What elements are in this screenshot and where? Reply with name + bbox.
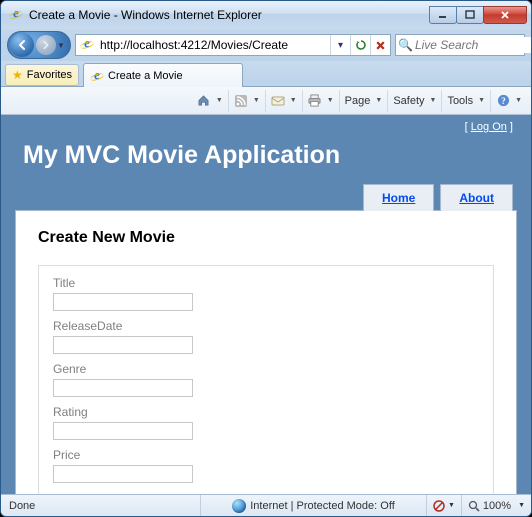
back-button[interactable] xyxy=(10,33,34,57)
ie-icon xyxy=(9,7,25,23)
rating-input[interactable] xyxy=(53,422,193,440)
status-text: Done xyxy=(1,495,201,516)
command-bar: ▼ ▼ ▼ ▼ Page▼ Safety▼ Tools▼ ? xyxy=(1,87,531,115)
nav-tabs: Home About xyxy=(1,184,531,211)
status-zone[interactable]: Internet | Protected Mode: Off xyxy=(201,495,427,516)
print-cmd[interactable]: ▼ xyxy=(302,90,339,112)
form-fieldset: Title ReleaseDate Genre Rating xyxy=(38,265,494,494)
stop-button[interactable] xyxy=(370,35,390,55)
search-provider-icon[interactable]: 🔍 xyxy=(398,38,413,52)
help-cmd[interactable]: ? ▼ xyxy=(490,90,527,112)
favorites-button[interactable]: ★ Favorites xyxy=(5,64,79,86)
genre-input[interactable] xyxy=(53,379,193,397)
tools-cmd[interactable]: Tools▼ xyxy=(441,90,490,112)
tab-title: Create a Movie xyxy=(108,70,183,82)
browser-tab[interactable]: Create a Movie xyxy=(83,63,243,87)
zoom-value: 100% xyxy=(483,500,511,512)
window-buttons xyxy=(430,6,527,24)
price-input[interactable] xyxy=(53,465,193,483)
title-label: Title xyxy=(53,276,479,290)
page-label: Page xyxy=(345,95,371,107)
mail-icon xyxy=(271,94,285,108)
ie-window: Create a Movie - Windows Internet Explor… xyxy=(0,0,532,517)
tab-row: ★ Favorites Create a Movie xyxy=(1,61,531,87)
zoom-control[interactable]: 100% ▼ xyxy=(462,495,531,516)
page-viewport[interactable]: [ Log On ] My MVC Movie Application Home… xyxy=(1,115,531,494)
tools-label: Tools xyxy=(447,95,473,107)
protected-mode-label: Internet | Protected Mode: Off xyxy=(250,500,395,512)
page-cmd[interactable]: Page▼ xyxy=(339,90,388,112)
main-panel: Create New Movie Title ReleaseDate Genre xyxy=(15,210,517,494)
forward-button[interactable] xyxy=(36,35,56,55)
title-input[interactable] xyxy=(53,293,193,311)
rating-label: Rating xyxy=(53,405,479,419)
maximize-button[interactable] xyxy=(456,6,484,24)
block-icon xyxy=(433,500,445,512)
url-input[interactable] xyxy=(98,36,330,54)
recent-pages-dropdown[interactable]: ▼ xyxy=(56,41,66,50)
logon-area: [ Log On ] xyxy=(1,115,531,133)
app-title: My MVC Movie Application xyxy=(1,133,531,184)
releasedate-label: ReleaseDate xyxy=(53,319,479,333)
tab-home[interactable]: Home xyxy=(363,184,434,211)
address-dropdown[interactable]: ▾ xyxy=(330,35,350,55)
svg-text:?: ? xyxy=(501,97,506,107)
globe-icon xyxy=(232,499,246,513)
navigation-bar: ▼ ▾ 🔍 🔍 xyxy=(1,29,531,61)
logon-link[interactable]: Log On xyxy=(471,121,507,133)
home-cmd[interactable]: ▼ xyxy=(192,90,228,112)
site-favicon xyxy=(80,37,96,53)
rss-icon xyxy=(234,94,248,108)
star-icon: ★ xyxy=(12,68,23,82)
search-input[interactable] xyxy=(413,37,532,53)
favorites-label: Favorites xyxy=(27,69,72,81)
price-label: Price xyxy=(53,448,479,462)
print-icon xyxy=(308,94,322,108)
mail-cmd[interactable]: ▼ xyxy=(265,90,302,112)
refresh-button[interactable] xyxy=(350,35,370,55)
search-bar: 🔍 🔍 xyxy=(395,34,525,56)
address-bar: ▾ xyxy=(75,34,391,56)
minimize-button[interactable] xyxy=(429,6,457,24)
home-icon xyxy=(197,94,211,108)
tab-favicon xyxy=(90,69,104,83)
safety-label: Safety xyxy=(393,95,424,107)
titlebar: Create a Movie - Windows Internet Explor… xyxy=(1,1,531,29)
tab-about[interactable]: About xyxy=(440,184,513,211)
genre-label: Genre xyxy=(53,362,479,376)
page-heading: Create New Movie xyxy=(38,229,494,247)
help-icon: ? xyxy=(496,94,510,108)
status-bar: Done Internet | Protected Mode: Off ▼ 10… xyxy=(1,494,531,516)
zoom-icon xyxy=(468,500,480,512)
status-seg-1[interactable]: ▼ xyxy=(427,495,462,516)
safety-cmd[interactable]: Safety▼ xyxy=(387,90,441,112)
releasedate-input[interactable] xyxy=(53,336,193,354)
feeds-cmd[interactable]: ▼ xyxy=(228,90,265,112)
close-button[interactable] xyxy=(483,6,527,24)
nav-back-forward-group: ▼ xyxy=(7,31,71,59)
window-title: Create a Movie - Windows Internet Explor… xyxy=(29,8,430,22)
page-body: [ Log On ] My MVC Movie Application Home… xyxy=(1,115,531,494)
